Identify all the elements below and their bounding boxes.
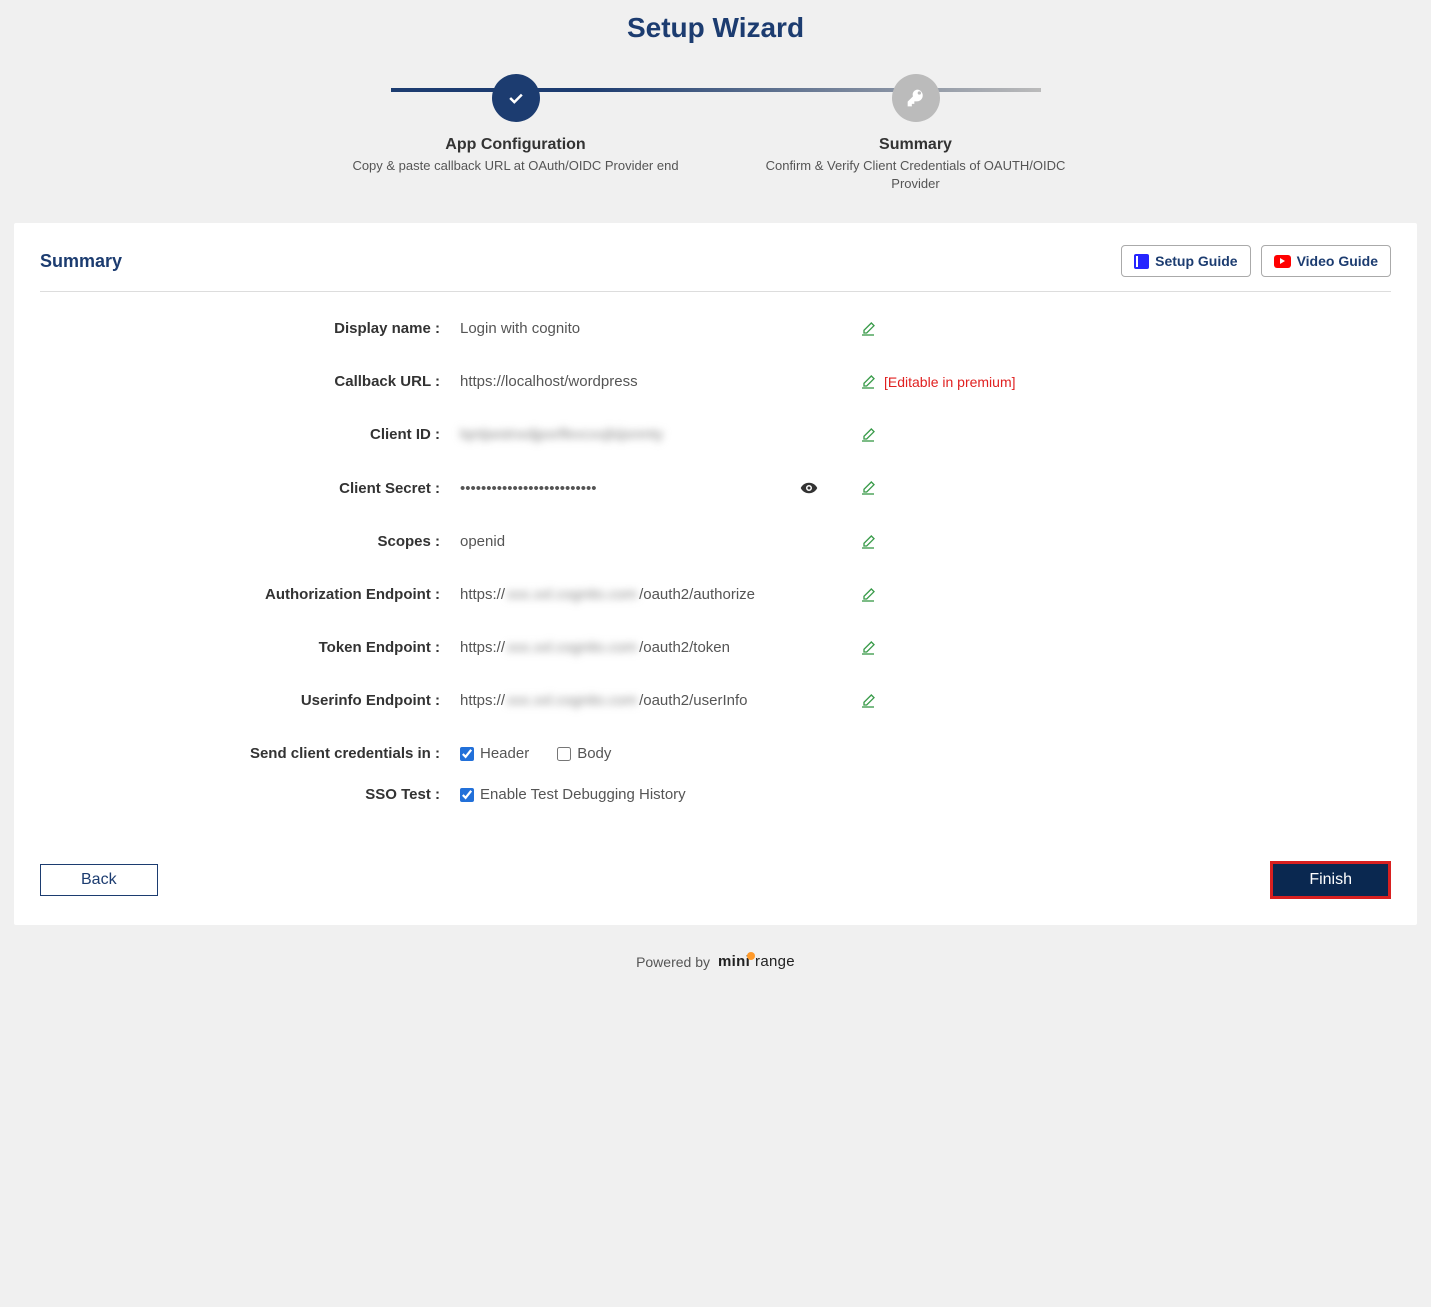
value-userinfo-endpoint: https://xxx.xxl.cognito.com/oauth2/userI… (460, 692, 800, 709)
row-sso-test: SSO Test : Enable Test Debugging History (40, 780, 1391, 821)
step-title: Summary (879, 136, 952, 154)
checkbox-body-input[interactable] (557, 747, 571, 761)
step-desc: Copy & paste callback URL at OAuth/OIDC … (352, 157, 678, 175)
eye-icon[interactable] (800, 479, 818, 497)
value-scopes: openid (460, 533, 800, 550)
edit-icon[interactable] (860, 321, 876, 337)
edit-icon[interactable] (860, 480, 876, 496)
label-send-credentials: Send client credentials in : (40, 745, 460, 762)
miniorange-logo: minirange (718, 953, 795, 970)
row-callback-url: Callback URL : https://localhost/wordpre… (40, 355, 1391, 408)
row-display-name: Display name : Login with cognito (40, 302, 1391, 355)
edit-icon[interactable] (860, 640, 876, 656)
checkbox-body[interactable]: Body (557, 745, 611, 762)
label-userinfo-endpoint: Userinfo Endpoint : (40, 692, 460, 709)
label-auth-endpoint: Authorization Endpoint : (40, 586, 460, 603)
back-button[interactable]: Back (40, 864, 158, 896)
value-client-secret: •••••••••••••••••••••••••• (460, 480, 800, 497)
setup-guide-label: Setup Guide (1155, 253, 1237, 269)
checkbox-body-label: Body (577, 745, 611, 762)
premium-note: [Editable in premium] (884, 374, 1016, 390)
card-title: Summary (40, 251, 122, 272)
row-client-secret: Client Secret : ••••••••••••••••••••••••… (40, 461, 1391, 515)
label-token-endpoint: Token Endpoint : (40, 639, 460, 656)
edit-icon[interactable] (860, 427, 876, 443)
edit-icon[interactable] (860, 534, 876, 550)
finish-button[interactable]: Finish (1270, 861, 1391, 899)
check-icon (492, 74, 540, 122)
step-title: App Configuration (445, 136, 585, 154)
powered-label: Powered by (636, 954, 710, 970)
summary-card: Summary Setup Guide Video Guide Display … (14, 223, 1417, 925)
value-auth-endpoint: https://xxx.xxl.cognito.com/oauth2/autho… (460, 586, 800, 603)
label-callback-url: Callback URL : (40, 373, 460, 390)
checkbox-header[interactable]: Header (460, 745, 529, 762)
powered-by: Powered by minirange (0, 925, 1431, 982)
checkbox-sso[interactable]: Enable Test Debugging History (460, 786, 686, 803)
video-guide-label: Video Guide (1297, 253, 1378, 269)
label-sso-test: SSO Test : (40, 786, 460, 803)
value-client-id: lqntjwstnxdjporlfevcxxjbijsnmty (460, 426, 800, 443)
step-connector (391, 88, 1041, 92)
edit-icon[interactable] (860, 693, 876, 709)
card-header: Summary Setup Guide Video Guide (40, 245, 1391, 292)
row-userinfo-endpoint: Userinfo Endpoint : https://xxx.xxl.cogn… (40, 674, 1391, 727)
checkbox-sso-input[interactable] (460, 788, 474, 802)
checkbox-sso-label: Enable Test Debugging History (480, 786, 686, 803)
edit-icon[interactable] (860, 374, 876, 390)
value-token-endpoint: https://xxx.xxl.cognito.com/oauth2/token (460, 639, 800, 656)
value-sso-test: Enable Test Debugging History (460, 786, 800, 803)
label-scopes: Scopes : (40, 533, 460, 550)
row-scopes: Scopes : openid (40, 515, 1391, 568)
page-title: Setup Wizard (0, 0, 1431, 64)
guide-buttons: Setup Guide Video Guide (1121, 245, 1391, 277)
row-client-id: Client ID : lqntjwstnxdjporlfevcxxjbijsn… (40, 408, 1391, 461)
edit-icon[interactable] (860, 587, 876, 603)
value-callback-url: https://localhost/wordpress (460, 373, 800, 390)
label-display-name: Display name : (40, 320, 460, 337)
footer-actions: Back Finish (40, 821, 1391, 899)
wizard-steps: App Configuration Copy & paste callback … (166, 64, 1266, 223)
checkbox-header-label: Header (480, 745, 529, 762)
label-client-secret: Client Secret : (40, 480, 460, 497)
key-icon (892, 74, 940, 122)
checkbox-header-input[interactable] (460, 747, 474, 761)
youtube-icon (1274, 255, 1291, 268)
row-send-credentials: Send client credentials in : Header Body (40, 727, 1391, 780)
video-guide-button[interactable]: Video Guide (1261, 245, 1391, 277)
book-icon (1134, 254, 1149, 269)
row-auth-endpoint: Authorization Endpoint : https://xxx.xxl… (40, 568, 1391, 621)
step-desc: Confirm & Verify Client Credentials of O… (751, 157, 1081, 193)
label-client-id: Client ID : (40, 426, 460, 443)
setup-guide-button[interactable]: Setup Guide (1121, 245, 1250, 277)
row-token-endpoint: Token Endpoint : https://xxx.xxl.cognito… (40, 621, 1391, 674)
value-display-name: Login with cognito (460, 320, 800, 337)
value-send-credentials: Header Body (460, 745, 800, 762)
